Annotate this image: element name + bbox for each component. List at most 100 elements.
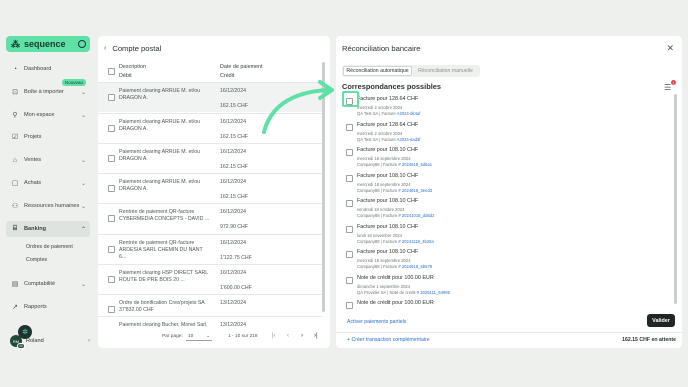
sidebar-item-comptabilite[interactable]: ▤ Comptabilité ⌄: [6, 276, 90, 292]
match-ref-link[interactable]: A2024-dk4af: [397, 111, 421, 116]
table-row[interactable]: Paiement clearing HSP DIRECT SARL ROUTE …: [98, 264, 322, 294]
match-item[interactable]: Facture pour 108.10 CHF lundi 18 novembr…: [346, 224, 666, 249]
pagination: Par page: 10 ⌄ 1 - 10 sur 218 |‹ ‹ › ›|: [98, 332, 330, 344]
column-header-description[interactable]: Description: [119, 64, 146, 70]
match-item[interactable]: Facture pour 108.10 CHF mercredi 18 sept…: [346, 173, 666, 198]
column-header-date[interactable]: Date de paiement: [220, 64, 263, 70]
match-item[interactable]: Facture pour 128.64 CHF mercredi 2 octob…: [346, 122, 666, 147]
sidebar-item-banking[interactable]: ⌸ Banking ⌃: [6, 221, 90, 237]
per-page-select[interactable]: 10 ⌄: [186, 332, 212, 341]
match-ref-link[interactable]: # 2025111_64995: [417, 290, 450, 295]
match-date: mercredi 2 octobre 2024: [357, 131, 403, 136]
match-item[interactable]: Note de crédit pour 100.00 EUR: [346, 300, 666, 310]
tab-manual[interactable]: Réconciliation manuelle: [412, 66, 479, 76]
sidebar-subitem-comptes[interactable]: Comptes: [26, 257, 47, 263]
users-icon: ⚇: [11, 203, 19, 210]
match-ref-link[interactable]: # 20241018_dd6d2: [398, 213, 434, 218]
match-ref: Company88 | Facture # 20241018_dd6d2: [357, 213, 434, 218]
matches-scrollbar[interactable]: [674, 94, 677, 304]
row-description: Paiement clearing ARRUE M. et/ou DRAGON …: [119, 88, 201, 101]
create-transaction-link[interactable]: + Créer transaction complémentaire: [347, 337, 430, 343]
select-all-checkbox[interactable]: [108, 68, 115, 75]
row-checkbox[interactable]: [108, 94, 115, 101]
tag-icon: ⌂: [12, 156, 18, 164]
sidebar-item-ventes[interactable]: ⌂ Ventes ⌄: [6, 152, 90, 168]
validate-button[interactable]: Valider: [647, 314, 675, 327]
sidebar-item-mon-espace[interactable]: ⚲ Mon espace ⌄: [6, 107, 90, 123]
match-ref-link[interactable]: A2024-sad3f: [397, 137, 421, 142]
match-ref-link[interactable]: # 2024918_3eed3: [398, 188, 432, 193]
match-company: QA Test SA | Facture: [357, 111, 397, 116]
sidebar-item-rh[interactable]: ⚇ Ressources humaines ⌄: [6, 198, 90, 214]
match-date: dimanche 1 septembre 2024: [357, 284, 411, 289]
match-checkbox[interactable]: [346, 251, 353, 258]
partial-payments-link[interactable]: Activer paiements partiels: [347, 319, 406, 325]
sidebar-subitem-ordres[interactable]: Ordres de paiement: [26, 244, 73, 250]
sidebar-item-inbox[interactable]: ⊡ Boîte à importer ⌄: [6, 84, 90, 100]
match-checkbox[interactable]: [346, 149, 353, 156]
table-row[interactable]: Paiement clearing ARRUE M. et/ou DRAGON …: [98, 173, 322, 203]
match-item[interactable]: Facture pour 108.10 CHF mercredi 18 sept…: [346, 147, 666, 172]
row-checkbox[interactable]: [108, 185, 115, 192]
chevron-right-icon: ›: [88, 338, 90, 344]
row-date: 16/12/2024: [220, 240, 246, 246]
row-checkbox[interactable]: [108, 125, 115, 132]
settings-ring-icon[interactable]: [78, 40, 86, 48]
last-page-icon[interactable]: ›|: [314, 333, 318, 339]
match-item[interactable]: Facture pour 128.64 CHF mercredi 2 octob…: [346, 96, 666, 121]
tab-auto[interactable]: Réconciliation automatique: [343, 66, 412, 76]
sidebar-item-dashboard[interactable]: ◔ Dashboard: [6, 61, 90, 77]
row-description: Paiement clearing Bucher, Monet Sarl, ..…: [119, 322, 208, 330]
table-row[interactable]: Rentrée de paiement QR-facture CYBERMEDI…: [98, 203, 322, 233]
list-filter-icon[interactable]: ☰ 1: [664, 80, 676, 93]
row-description: Paiement clearing ARRUE M. et/ou DRAGON …: [119, 149, 201, 162]
match-item[interactable]: Facture pour 108.10 CHF mercredi 18 sept…: [346, 249, 666, 274]
per-page-value: 10: [188, 334, 194, 339]
prev-page-icon[interactable]: ‹: [287, 333, 289, 339]
user-menu[interactable]: RM 30 Roland ›: [10, 334, 90, 349]
match-ref-link[interactable]: # 2024918_5b579: [398, 264, 432, 269]
row-amount: 972.90 CHF: [220, 224, 248, 230]
match-ref-link[interactable]: # 20241118_4b28a: [398, 239, 433, 244]
row-checkbox[interactable]: [108, 215, 115, 222]
back-arrow-icon[interactable]: ‹: [104, 45, 106, 52]
table-row[interactable]: Paiement clearing ARRUE M. et/ou DRAGON …: [98, 143, 322, 173]
match-ref: QA Test SA | Facture A2024-sad3f: [357, 137, 420, 142]
dashboard-icon: ◔: [12, 65, 18, 73]
match-title: Facture pour 128.64 CHF: [357, 122, 419, 128]
table-row[interactable]: Rentrée de paiement QR-facture ARDESIA S…: [98, 234, 322, 264]
next-page-icon[interactable]: ›: [301, 333, 303, 339]
first-page-icon[interactable]: |‹: [272, 333, 276, 339]
row-description: Rentrée de paiement QR-facture ARDESIA S…: [119, 240, 203, 260]
table-row[interactable]: Paiement clearing Bucher, Monet Sarl, ..…: [98, 316, 322, 330]
row-checkbox[interactable]: [108, 276, 115, 283]
match-item[interactable]: Note de crédit pour 100.00 EUR dimanche …: [346, 275, 666, 300]
match-ref: QA Provider SA | Note de crédit # 202511…: [357, 290, 450, 295]
row-description: Paiement clearing ARRUE M. et/ou DRAGON …: [119, 179, 201, 192]
match-item[interactable]: Facture pour 108.10 CHF vendredi 18 octo…: [346, 198, 666, 223]
sidebar-item-achats[interactable]: ▢ Achats ⌄: [6, 175, 90, 191]
row-description: Paiement clearing HSP DIRECT SARL ROUTE …: [119, 270, 208, 283]
avatar-count: 30: [17, 343, 25, 349]
row-date: 13/12/2024: [220, 322, 246, 328]
match-checkbox[interactable]: [346, 277, 353, 284]
match-checkbox[interactable]: [346, 226, 353, 233]
sidebar-item-rapports[interactable]: ↗ Rapports: [6, 299, 90, 315]
match-company: QA Provider SA | Note de crédit: [357, 290, 417, 295]
match-checkbox[interactable]: [346, 302, 353, 309]
chevron-down-icon: ⌄: [80, 203, 86, 210]
row-checkbox[interactable]: [108, 155, 115, 162]
row-checkbox[interactable]: [108, 306, 115, 313]
row-description: Paiement clearing ARRUE M. et/ou DRAGON …: [119, 119, 201, 132]
match-checkbox[interactable]: [346, 175, 353, 182]
close-icon[interactable]: ✕: [666, 43, 674, 54]
match-checkbox[interactable]: [346, 200, 353, 207]
match-checkbox[interactable]: [346, 124, 353, 131]
app-logo[interactable]: ⁂ sequence: [6, 36, 90, 52]
sidebar-item-projets[interactable]: ☑ Projets: [6, 129, 90, 145]
match-ref-link[interactable]: # 2024918_5d6a1: [398, 162, 432, 167]
page-title: Compte postal: [112, 44, 162, 53]
sidebar-item-label: Ventes: [24, 157, 42, 163]
row-checkbox[interactable]: [108, 246, 115, 253]
chevron-up-icon: ⌃: [80, 226, 86, 233]
